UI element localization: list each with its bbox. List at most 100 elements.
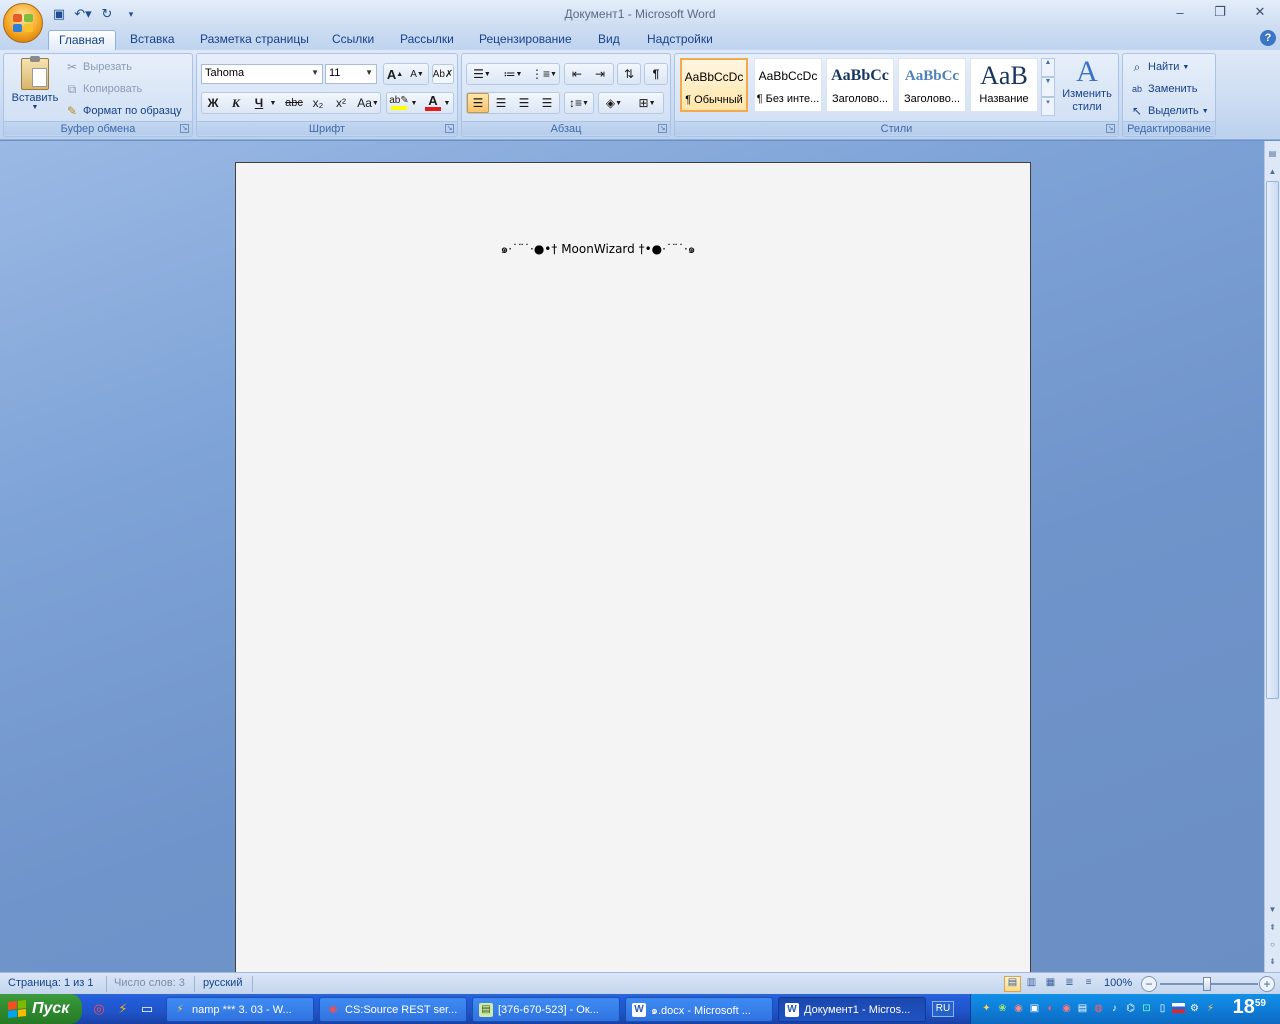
style-no-spacing[interactable]: AaBbCcDc ¶ Без инте... — [754, 58, 822, 112]
chevron-down-icon[interactable]: ▼ — [409, 93, 419, 113]
justify-icon[interactable]: ☰ — [536, 93, 558, 113]
tray-app-icon[interactable]: ◍ — [1092, 1001, 1105, 1016]
tab-addins[interactable]: Надстройки — [637, 30, 723, 50]
zoom-in-icon[interactable]: + — [1259, 976, 1275, 992]
start-button[interactable]: Пуск — [0, 994, 82, 1024]
align-right-icon[interactable]: ☰ — [513, 93, 535, 113]
align-left-icon[interactable]: ☰ — [467, 93, 489, 113]
font-color-button[interactable]: A — [422, 93, 444, 113]
winamp-icon[interactable]: ⚡ — [114, 1000, 132, 1018]
sort-icon[interactable]: ⇅ — [618, 64, 640, 84]
taskbar-item[interactable]: ◉ CS:Source REST ser... — [319, 997, 467, 1022]
chevron-up-icon[interactable]: ▲ — [1041, 58, 1055, 78]
taskbar-item[interactable]: ⚡ namp *** 3. 03 - W... — [166, 997, 314, 1022]
close-button[interactable]: ✕ — [1240, 0, 1280, 24]
paste-button[interactable]: Вставить ▼ — [7, 56, 63, 120]
replace-button[interactable]: ab Заменить — [1129, 79, 1197, 99]
opera-icon[interactable]: ◎ — [90, 1000, 108, 1018]
tab-references[interactable]: Ссылки — [322, 30, 384, 50]
numbering-button[interactable]: ≔ ▼ — [498, 64, 528, 84]
show-desktop-icon[interactable]: ▭ — [138, 1000, 156, 1018]
document-text[interactable]: ๑·˙¨˙·●•† MoonWizard †•●·˙¨˙·๑ — [236, 240, 1030, 259]
borders-button[interactable]: ⊞ ▼ — [632, 93, 662, 113]
strikethrough-button[interactable]: abc — [283, 93, 305, 113]
office-button[interactable] — [3, 3, 43, 43]
next-page-icon[interactable]: ⇟ — [1265, 955, 1280, 969]
clear-formatting-button[interactable]: Ab✗ — [432, 64, 454, 84]
change-case-button[interactable]: Aa ▼ — [355, 93, 381, 113]
superscript-button[interactable]: x² — [330, 93, 352, 113]
select-browse-object-icon[interactable]: ○ — [1265, 938, 1280, 952]
russian-flag-icon[interactable] — [1172, 1003, 1185, 1013]
chevron-down-icon[interactable]: ▼ — [268, 93, 278, 113]
web-layout-icon[interactable]: ▦ — [1042, 976, 1059, 992]
italic-button[interactable]: К — [225, 93, 247, 113]
tab-review[interactable]: Рецензирование — [469, 30, 582, 50]
chevron-down-icon[interactable]: ▼ — [1041, 77, 1055, 97]
select-button[interactable]: ↖ Выделить ▼ — [1129, 101, 1209, 121]
tray-app-icon[interactable]: ▯ — [1156, 1001, 1169, 1016]
full-screen-reading-icon[interactable]: ▥ — [1023, 976, 1040, 992]
decrease-indent-icon[interactable]: ⇤ — [566, 64, 588, 84]
tray-app-icon[interactable]: ⚡ — [1204, 1001, 1217, 1016]
line-spacing-button[interactable]: ↕≡ ▼ — [565, 93, 593, 113]
tray-app-icon[interactable]: ▤ — [1076, 1001, 1089, 1016]
dialog-launcher-icon[interactable]: ↘ — [1106, 124, 1115, 133]
copy-button[interactable]: ⧉ Копировать — [64, 79, 143, 99]
draft-icon[interactable]: ≡ — [1080, 976, 1097, 992]
change-styles-button[interactable]: A Изменить стили — [1058, 56, 1116, 122]
font-size-combo[interactable]: 11 ▼ — [325, 64, 377, 84]
scroll-down-icon[interactable]: ▼ — [1265, 903, 1280, 917]
tray-app-icon[interactable]: ❀ — [996, 1001, 1009, 1016]
language-bar[interactable]: RU — [932, 1001, 954, 1017]
increase-indent-icon[interactable]: ⇥ — [589, 64, 611, 84]
zoom-slider-thumb[interactable] — [1203, 977, 1211, 991]
tab-page-layout[interactable]: Разметка страницы — [190, 30, 319, 50]
previous-page-icon[interactable]: ⇞ — [1265, 921, 1280, 935]
outline-icon[interactable]: ≣ — [1061, 976, 1078, 992]
highlight-button[interactable]: ab✎ — [388, 93, 410, 113]
bullets-button[interactable]: ☰ ▼ — [467, 64, 497, 84]
taskbar-item[interactable]: W ๑.docx - Microsoft ... — [625, 997, 773, 1022]
align-center-icon[interactable]: ☰ — [490, 93, 512, 113]
tab-insert[interactable]: Вставка — [120, 30, 185, 50]
tray-app-icon[interactable]: ▣ — [1028, 1001, 1041, 1016]
page-indicator[interactable]: Страница: 1 из 1 — [8, 977, 94, 989]
cut-button[interactable]: ✂ Вырезать — [64, 57, 132, 77]
show-marks-icon[interactable]: ¶ — [645, 64, 667, 84]
help-icon[interactable]: ? — [1260, 30, 1276, 46]
tab-mailings[interactable]: Рассылки — [390, 30, 464, 50]
style-heading-1[interactable]: AaBbCc Заголово... — [826, 58, 894, 112]
ruler-toggle-icon[interactable]: ▤ — [1265, 147, 1280, 161]
style-normal[interactable]: AaBbCcDc ¶ Обычный — [680, 58, 748, 112]
tray-app-icon[interactable]: ◉ — [1060, 1001, 1073, 1016]
dialog-launcher-icon[interactable]: ↘ — [445, 124, 454, 133]
scroll-up-icon[interactable]: ▲ — [1265, 165, 1280, 179]
grow-font-button[interactable]: A ▲ — [384, 64, 406, 84]
volume-icon[interactable]: ♪ — [1108, 1001, 1121, 1016]
dialog-launcher-icon[interactable]: ↘ — [658, 124, 667, 133]
word-count[interactable]: Число слов: 3 — [114, 977, 185, 989]
underline-button[interactable]: Ч — [248, 93, 270, 113]
bold-button[interactable]: Ж — [202, 93, 224, 113]
shading-button[interactable]: ◈ ▼ — [599, 93, 629, 113]
tray-app-icon[interactable]: ◐ — [1044, 1001, 1057, 1016]
scroll-thumb[interactable] — [1266, 181, 1279, 699]
dialog-launcher-icon[interactable]: ↘ — [180, 124, 189, 133]
style-heading-2[interactable]: AaBbCc Заголово... — [898, 58, 966, 112]
font-name-combo[interactable]: Tahoma ▼ — [201, 64, 323, 84]
tray-app-icon[interactable]: ◉ — [1012, 1001, 1025, 1016]
language-indicator[interactable]: русский — [203, 977, 242, 989]
subscript-button[interactable]: x₂ — [307, 93, 329, 113]
tray-app-icon[interactable]: ✦ — [980, 1001, 993, 1016]
zoom-out-icon[interactable]: − — [1141, 976, 1157, 992]
more-icon[interactable]: ▾ — [1041, 96, 1055, 116]
find-button[interactable]: ⌕ Найти ▼ — [1129, 57, 1190, 77]
print-layout-icon[interactable]: ▤ — [1004, 976, 1021, 992]
tab-home[interactable]: Главная — [48, 30, 116, 50]
clock[interactable]: 1859 — [1233, 996, 1266, 1019]
taskbar-item-active[interactable]: W Документ1 - Micros... — [778, 997, 926, 1022]
maximize-button[interactable]: ❐ — [1200, 0, 1240, 24]
format-painter-button[interactable]: ✎ Формат по образцу — [64, 101, 182, 121]
document-page[interactable]: ๑·˙¨˙·●•† MoonWizard †•●·˙¨˙·๑ — [235, 162, 1031, 972]
